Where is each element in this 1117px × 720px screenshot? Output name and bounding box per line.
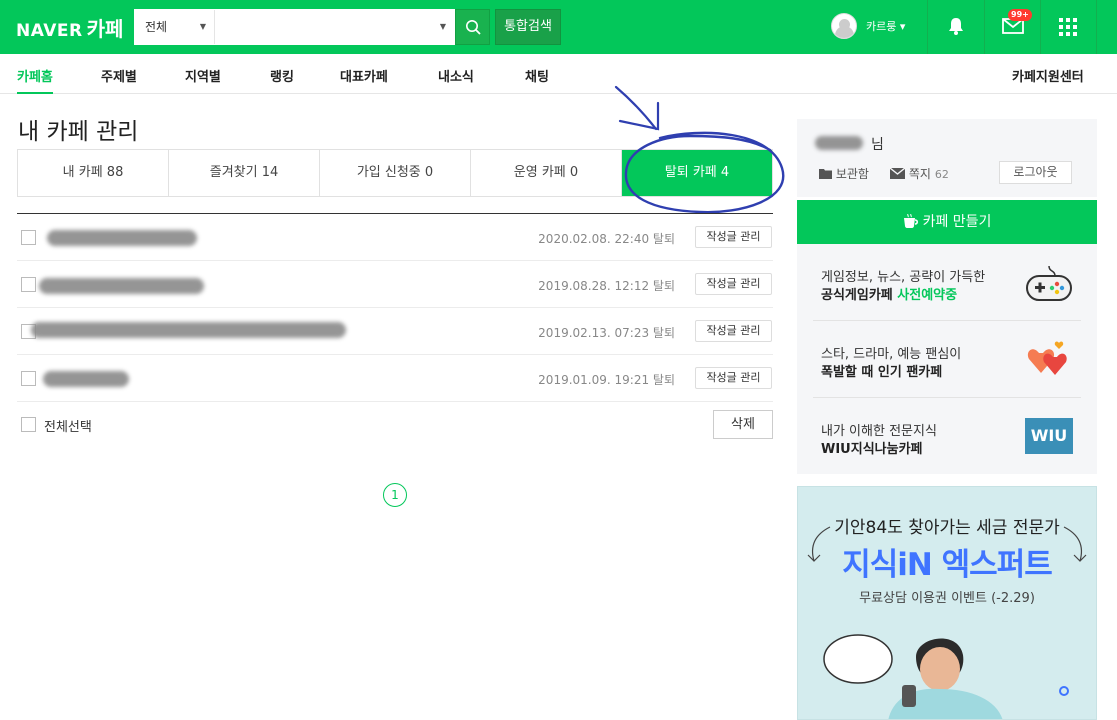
menu-chat[interactable]: 채팅 — [525, 66, 549, 85]
left-date: 2019.01.09. 19:21 탈퇴 — [538, 373, 675, 387]
redacted-cafe-name — [31, 322, 346, 338]
manage-posts-button[interactable]: 작성글 관리 — [695, 226, 772, 248]
notes-count: 62 — [934, 168, 949, 181]
make-cafe-button[interactable]: 카페 만들기 — [797, 200, 1097, 244]
user-honorific: 님 — [871, 137, 884, 153]
promo-line2: 폭발할 때 인기 팬카페 — [821, 365, 943, 380]
select-all-label[interactable]: 전체선택 — [44, 416, 92, 435]
storage-link[interactable]: 보관함 — [819, 165, 869, 182]
logo-cafe: 카페 — [86, 17, 124, 41]
search-scope-select[interactable]: 전체 ▼ — [135, 10, 215, 44]
ad-line1: 기안84도 찾아가는 세금 전문가 — [834, 518, 1060, 538]
menu-support-center[interactable]: 카페지원센터 — [1012, 66, 1084, 85]
promo-fan-cafe[interactable]: 스타, 드라마, 예능 팬심이 폭발할 때 인기 팬카페 — [813, 321, 1081, 398]
search-scope-label: 전체 — [145, 20, 168, 34]
manage-posts-button[interactable]: 작성글 관리 — [695, 367, 772, 389]
ad-title: 지식iN 엑스퍼트 — [842, 547, 1052, 583]
delete-button[interactable]: 삭제 — [713, 410, 773, 439]
manage-posts-button[interactable]: 작성글 관리 — [695, 273, 772, 295]
chevron-down-icon: ▼ — [199, 22, 206, 31]
row-checkbox[interactable] — [21, 277, 36, 292]
top-bar: NAVER 카페 전체 ▼ ▼ 통합검색 카르룽 ▾ 99+ — [0, 0, 1117, 54]
ad-decoration-arrow — [1063, 526, 1087, 562]
promo-game-cafe[interactable]: 게임정보, 뉴스, 공략이 가득한 공식게임카페 사전예약중 — [813, 244, 1081, 321]
user-info-box: 님 보관함 쪽지 62 로그아웃 — [797, 119, 1097, 197]
wiu-logo: WIU — [1025, 418, 1073, 454]
hearts-icon — [1027, 341, 1067, 375]
naver-cafe-logo[interactable]: NAVER 카페 — [16, 13, 123, 42]
total-search-button[interactable]: 통합검색 — [495, 9, 561, 45]
left-date: 2019.08.28. 12:12 탈퇴 — [538, 279, 675, 293]
chevron-down-icon[interactable]: ▼ — [440, 10, 446, 44]
ad-decoration-arrow — [807, 526, 831, 562]
search-icon — [466, 20, 481, 35]
promo-wiu-cafe[interactable]: 내가 이해한 전문지식 WIU지식나눔카페 WIU — [813, 398, 1081, 475]
ad-line3: 무료상담 이용권 이벤트 (-2.29) — [859, 591, 1035, 606]
menu-ranking[interactable]: 랭킹 — [270, 66, 294, 85]
apps-grid-icon[interactable] — [1059, 18, 1077, 36]
table-row: 2019.02.13. 07:23 탈퇴 작성글 관리 — [17, 308, 773, 355]
menu-representative-cafe[interactable]: 대표카페 — [340, 66, 388, 85]
notes-link[interactable]: 쪽지 62 — [889, 165, 949, 182]
table-row: 2019.08.28. 12:12 탈퇴 작성글 관리 — [17, 261, 773, 308]
envelope-icon — [889, 167, 906, 179]
menu-my-news[interactable]: 내소식 — [438, 66, 474, 85]
divider — [927, 0, 928, 54]
cup-icon — [903, 213, 918, 228]
menu-bar: 카페홈 주제별 지역별 랭킹 대표카페 내소식 채팅 카페지원센터 — [0, 54, 1117, 94]
select-all-bar: 전체선택 삭제 — [17, 408, 773, 442]
select-all-checkbox[interactable] — [21, 417, 36, 432]
promo-line1: 스타, 드라마, 예능 팬심이 — [821, 347, 962, 362]
search-box: 전체 ▼ ▼ — [134, 9, 455, 45]
table-row: 2019.01.09. 19:21 탈퇴 작성글 관리 — [17, 355, 773, 402]
divider — [1040, 0, 1041, 54]
table-row: 2020.02.08. 22:40 탈퇴 작성글 관리 — [17, 214, 773, 261]
row-checkbox[interactable] — [21, 371, 36, 386]
page-title: 내 카페 관리 — [18, 119, 139, 145]
promo-line1: 내가 이해한 전문지식 — [821, 424, 937, 439]
redacted-cafe-name — [39, 278, 204, 294]
tab-my-cafe[interactable]: 내 카페 88 — [18, 150, 169, 196]
search-button[interactable] — [455, 9, 490, 45]
redacted-user-name — [815, 136, 863, 150]
search-input[interactable] — [217, 10, 435, 44]
logo-naver: NAVER — [16, 21, 83, 41]
tab-pending-join[interactable]: 가입 신청중 0 — [320, 150, 471, 196]
redacted-cafe-name — [47, 230, 197, 246]
tab-managed-cafe[interactable]: 운영 카페 0 — [471, 150, 622, 196]
row-checkbox[interactable] — [21, 230, 36, 245]
promo-box: 게임정보, 뉴스, 공략이 가득한 공식게임카페 사전예약중 스타, 드라마, … — [797, 244, 1097, 474]
divider — [984, 0, 985, 54]
divider — [1096, 0, 1097, 54]
bell-icon[interactable] — [946, 16, 966, 36]
tab-favorites[interactable]: 즐겨찾기 14 — [169, 150, 320, 196]
annotation-circle — [624, 131, 785, 214]
promo-line2: 공식게임카페 사전예약중 — [821, 288, 958, 303]
user-name: 카르룽 ▾ — [866, 20, 906, 33]
menu-topics[interactable]: 주제별 — [101, 66, 137, 85]
advertisement-banner[interactable]: 기안84도 찾아가는 세금 전문가 지식iN 엑스퍼트 무료상담 이용권 이벤트… — [797, 486, 1097, 720]
menu-cafe-home[interactable]: 카페홈 — [17, 66, 53, 94]
promo-line2: WIU지식나눔카페 — [821, 442, 923, 457]
page-number-current[interactable]: 1 — [383, 483, 407, 507]
manage-posts-button[interactable]: 작성글 관리 — [695, 320, 772, 342]
redacted-cafe-name — [43, 371, 129, 387]
left-date: 2019.02.13. 07:23 탈퇴 — [538, 326, 675, 340]
mail-count-badge: 99+ — [1008, 9, 1032, 21]
folder-icon — [819, 169, 832, 179]
avatar — [831, 13, 857, 39]
menu-regions[interactable]: 지역별 — [185, 66, 221, 85]
ad-person-illustration — [823, 634, 1069, 719]
promo-line1: 게임정보, 뉴스, 공략이 가득한 — [821, 270, 986, 285]
left-date: 2020.02.08. 22:40 탈퇴 — [538, 232, 675, 246]
logout-button[interactable]: 로그아웃 — [999, 161, 1072, 184]
gamepad-icon — [1026, 265, 1072, 301]
